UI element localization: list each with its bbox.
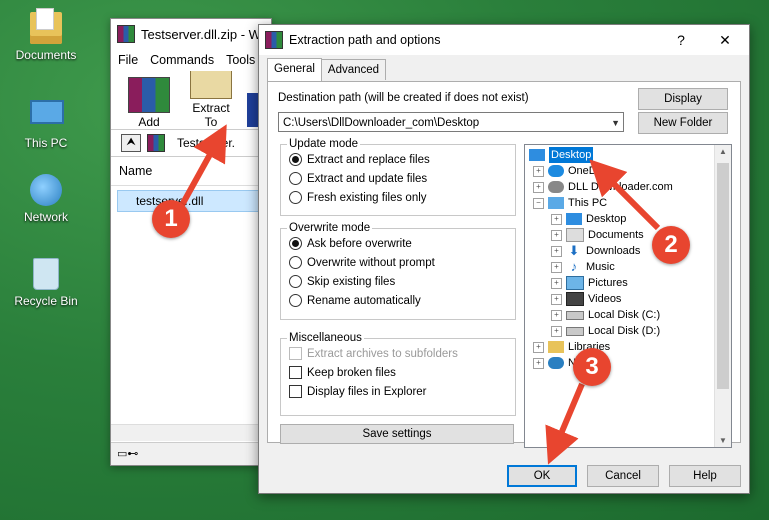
annotation-step-1: 1 (152, 200, 190, 238)
annotation-arrows (179, 124, 661, 465)
arrow-2 (589, 159, 661, 231)
annotation-step-2: 2 (652, 226, 690, 264)
annotation-step-3: 3 (573, 348, 611, 386)
arrow-3 (545, 382, 585, 465)
arrow-1 (179, 124, 227, 207)
